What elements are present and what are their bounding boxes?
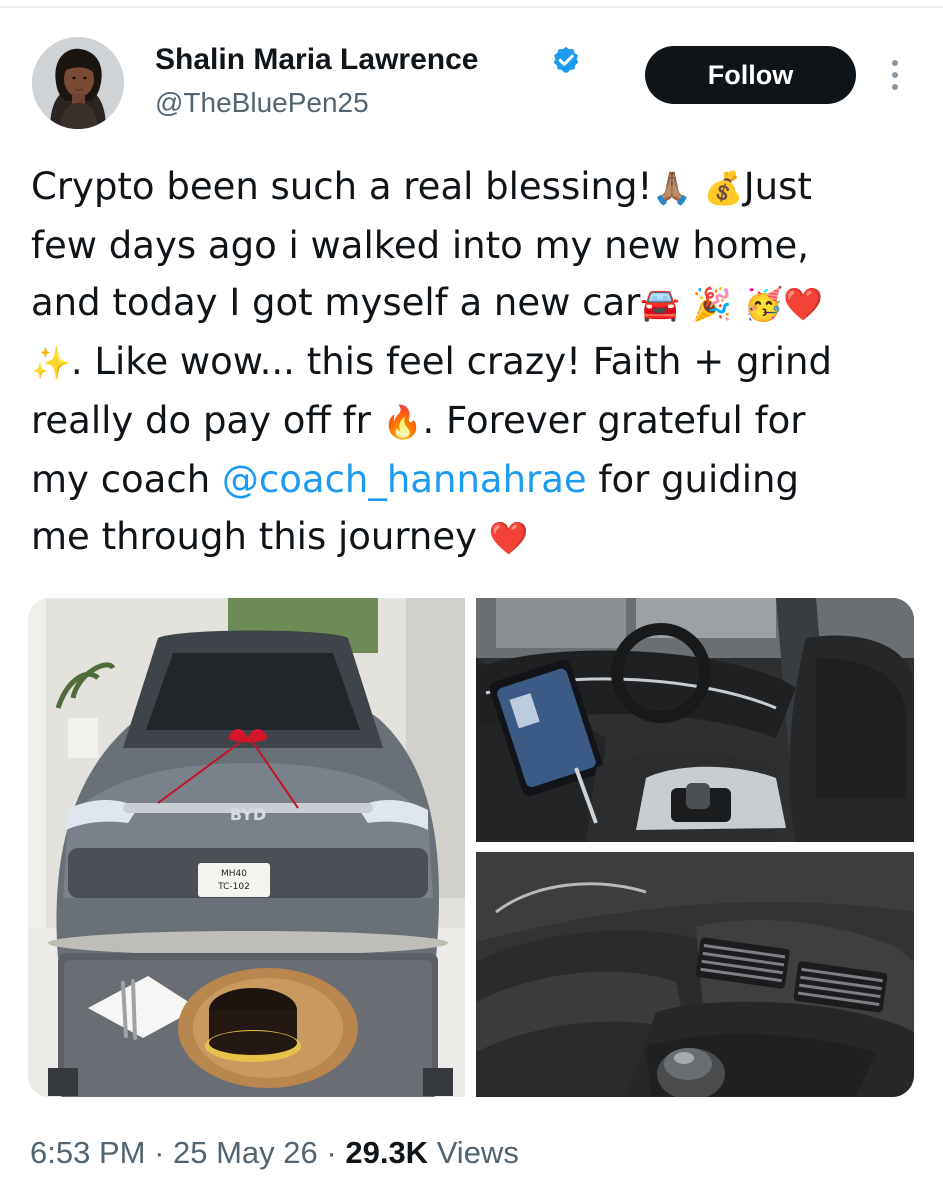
author-name[interactable]: Shalin Maria Lawrence bbox=[155, 42, 478, 78]
plate-line2: TC-102 bbox=[217, 882, 250, 892]
party-popper-emoji-icon: 🎉 bbox=[691, 285, 732, 323]
tweet-line: Crypto been such a real blessing!🙏🏽 💰Jus… bbox=[31, 158, 911, 217]
mention-link[interactable]: @coach_hannahrae bbox=[222, 458, 587, 501]
author-handle[interactable]: @TheBluePen25 bbox=[155, 86, 369, 120]
media-grid: BYD MH40 TC-102 bbox=[28, 598, 914, 1097]
meta-separator: · bbox=[145, 1135, 174, 1170]
car-console-photo[interactable] bbox=[476, 852, 914, 1097]
tweet-text-segment: and today I got myself a new car bbox=[31, 281, 641, 324]
tweet-line: and today I got myself a new car🚘 🎉 🥳❤️ bbox=[31, 274, 911, 333]
tweet-text-segment: . Like wow... this feel crazy! Faith + g… bbox=[70, 340, 832, 383]
meta-separator: · bbox=[317, 1135, 346, 1170]
heart-emoji-icon: ❤️ bbox=[783, 285, 824, 323]
tweet-line: me through this journey ❤️ bbox=[31, 508, 911, 567]
fire-emoji-icon: 🔥 bbox=[382, 403, 423, 441]
top-divider bbox=[0, 6, 943, 8]
more-vertical-icon[interactable] bbox=[888, 58, 902, 92]
views-count[interactable]: 29.3K bbox=[345, 1135, 428, 1170]
avatar[interactable] bbox=[32, 37, 124, 129]
tweet-meta: 6:53 PM · 25 May 26 · 29.3K Views bbox=[30, 1133, 519, 1173]
grille-badge: BYD bbox=[230, 805, 266, 824]
sparkles-emoji-icon: ✨ bbox=[31, 344, 71, 382]
tweet-text-segment: for guiding bbox=[586, 458, 799, 501]
folded-hands-emoji-icon: 🙏🏽 bbox=[652, 169, 693, 207]
tweet-line: my coach @coach_hannahrae for guiding bbox=[31, 451, 911, 508]
car-emoji-icon: 🚘 bbox=[640, 285, 681, 323]
tweet-line: ✨. Like wow... this feel crazy! Faith + … bbox=[31, 333, 911, 392]
tweet-text-segment: . Forever grateful for bbox=[422, 399, 806, 442]
tweet-date[interactable]: 25 May 26 bbox=[173, 1135, 318, 1170]
money-bag-emoji-icon: 💰 bbox=[703, 169, 744, 207]
profile-photo bbox=[32, 37, 124, 129]
verified-badge-icon bbox=[553, 46, 579, 73]
follow-button[interactable]: Follow bbox=[645, 46, 856, 104]
views-label: Views bbox=[428, 1135, 519, 1170]
heart-emoji-icon: ❤️ bbox=[488, 519, 529, 557]
tweet-text: Crypto been such a real blessing!🙏🏽 💰Jus… bbox=[31, 158, 911, 567]
tweet-text-segment: really do pay off fr bbox=[31, 399, 383, 442]
tweet-line: few days ago i walked into my new home, bbox=[31, 224, 810, 267]
tweet-text-segment: Crypto been such a real blessing! bbox=[31, 165, 653, 208]
tweet-text-segment: my coach bbox=[31, 458, 222, 501]
tweet-line: really do pay off fr 🔥. Forever grateful… bbox=[31, 392, 911, 451]
tweet-text-segment: me through this journey bbox=[31, 515, 489, 558]
party-face-emoji-icon: 🥳 bbox=[743, 285, 784, 323]
car-dashboard-photo[interactable] bbox=[476, 598, 914, 842]
tweet-text-segment: Just bbox=[743, 165, 812, 208]
car-showroom-photo[interactable]: BYD MH40 TC-102 bbox=[28, 598, 465, 1097]
tweet-time[interactable]: 6:53 PM bbox=[30, 1135, 145, 1170]
plate-line1: MH40 bbox=[221, 869, 247, 879]
